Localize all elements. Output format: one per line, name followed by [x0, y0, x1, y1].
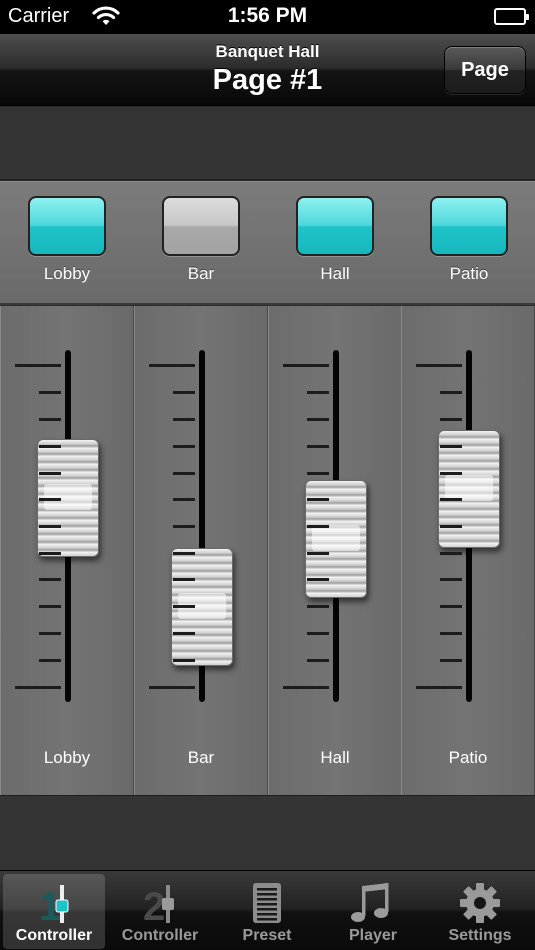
fader-channel-bar: Bar	[134, 306, 268, 795]
zone-buttons-row: Lobby Bar Hall Patio	[0, 181, 535, 305]
fader-tick	[416, 686, 462, 689]
tab-label: Controller	[121, 927, 199, 944]
fader-tick	[39, 659, 61, 662]
navigation-bar: Banquet Hall Page #1 Page	[0, 34, 535, 106]
fader-tick	[416, 364, 462, 367]
fader-tick	[39, 525, 61, 528]
fader-tick	[173, 445, 195, 448]
fader-tick	[39, 445, 61, 448]
tab-label: Controller	[15, 927, 93, 944]
fader-tick	[307, 445, 329, 448]
tab-controller-2[interactable]: 2 Controller	[109, 874, 211, 949]
fader-tick	[39, 391, 61, 394]
controller-2-icon: 2	[143, 885, 174, 924]
fader-tick	[307, 472, 329, 475]
fader-tick	[307, 552, 329, 555]
zone-toggle-lobby[interactable]: Lobby	[27, 196, 107, 296]
page-button[interactable]: Page	[444, 46, 526, 94]
fader-tick	[173, 418, 195, 421]
fader-tick	[307, 578, 329, 581]
fader-label: Lobby	[43, 748, 91, 767]
tab-bar: 1 Controller 2 Controller Preset Player …	[0, 870, 535, 950]
fader-tick	[149, 686, 195, 689]
zone-led[interactable]	[296, 196, 374, 256]
battery-icon	[494, 8, 529, 25]
fader-tick	[440, 445, 462, 448]
zone-label: Lobby	[43, 264, 91, 283]
zone-label: Bar	[187, 264, 215, 283]
tab-label: Player	[348, 927, 398, 944]
zone-toggle-hall[interactable]: Hall	[295, 196, 375, 296]
bottom-band	[0, 795, 535, 870]
fader-tick	[440, 659, 462, 662]
controller-1-icon: 1	[39, 885, 69, 924]
fader-tick	[307, 418, 329, 421]
fader-tick	[173, 578, 195, 581]
fader-tick	[307, 391, 329, 394]
zone-toggle-bar[interactable]: Bar	[161, 196, 241, 296]
fader-tick	[440, 578, 462, 581]
status-bar: Carrier 1:56 PM	[0, 0, 535, 34]
clock: 1:56 PM	[227, 4, 308, 27]
fader-channel-lobby: Lobby	[0, 306, 134, 795]
preset-icon	[253, 883, 281, 923]
fader-tick	[173, 525, 195, 528]
faders-panel: Lobby Bar Hall Patio	[0, 306, 535, 795]
fader-tick	[173, 498, 195, 501]
fader-tick	[283, 686, 329, 689]
fader-tick	[440, 605, 462, 608]
zone-led[interactable]	[430, 196, 508, 256]
fader-tick	[307, 632, 329, 635]
fader-tick	[173, 472, 195, 475]
fader-tick	[173, 552, 195, 555]
zone-led[interactable]	[162, 196, 240, 256]
tab-controller-1[interactable]: 1 Controller	[3, 874, 105, 949]
zone-label: Hall	[320, 264, 350, 283]
fader-tick	[173, 632, 195, 635]
fader-tick	[283, 364, 329, 367]
tab-player[interactable]: Player	[322, 874, 424, 949]
fader-tick	[15, 686, 61, 689]
fader-tick	[307, 498, 329, 501]
fader-label: Patio	[448, 748, 488, 767]
tab-label: Preset	[242, 927, 292, 944]
fader-tick	[440, 632, 462, 635]
fader-tick	[149, 364, 195, 367]
fader-tick	[39, 632, 61, 635]
zone-label: Patio	[449, 264, 489, 283]
fader-channel-patio: Patio	[401, 306, 535, 795]
fader-label: Bar	[187, 748, 215, 767]
fader-tick	[440, 472, 462, 475]
fader-tick	[173, 605, 195, 608]
svg-text:2: 2	[143, 885, 165, 924]
fader-tick	[39, 552, 61, 555]
music-note-icon	[351, 883, 389, 922]
tab-preset[interactable]: Preset	[216, 874, 318, 949]
zone-toggle-patio[interactable]: Patio	[429, 196, 509, 296]
fader-tick	[39, 498, 61, 501]
fader-tick	[39, 472, 61, 475]
fader-tick	[173, 659, 195, 662]
fader-tick	[39, 578, 61, 581]
fader-tick	[440, 525, 462, 528]
fader-tick	[307, 659, 329, 662]
fader-tick	[440, 418, 462, 421]
fader-tick	[15, 364, 61, 367]
gear-icon	[460, 883, 500, 923]
fader-tick	[440, 391, 462, 394]
tab-settings[interactable]: Settings	[429, 874, 531, 949]
tab-label: Settings	[448, 927, 512, 944]
fader-tick	[440, 498, 462, 501]
fader-label: Hall	[320, 748, 350, 767]
fader-tick	[440, 552, 462, 555]
fader-channel-hall: Hall	[268, 306, 402, 795]
fader-tick	[173, 391, 195, 394]
fader-tick	[307, 605, 329, 608]
top-band	[0, 107, 535, 180]
fader-tick	[39, 418, 61, 421]
fader-tick	[307, 525, 329, 528]
fader-tick	[39, 605, 61, 608]
zone-led[interactable]	[28, 196, 106, 256]
